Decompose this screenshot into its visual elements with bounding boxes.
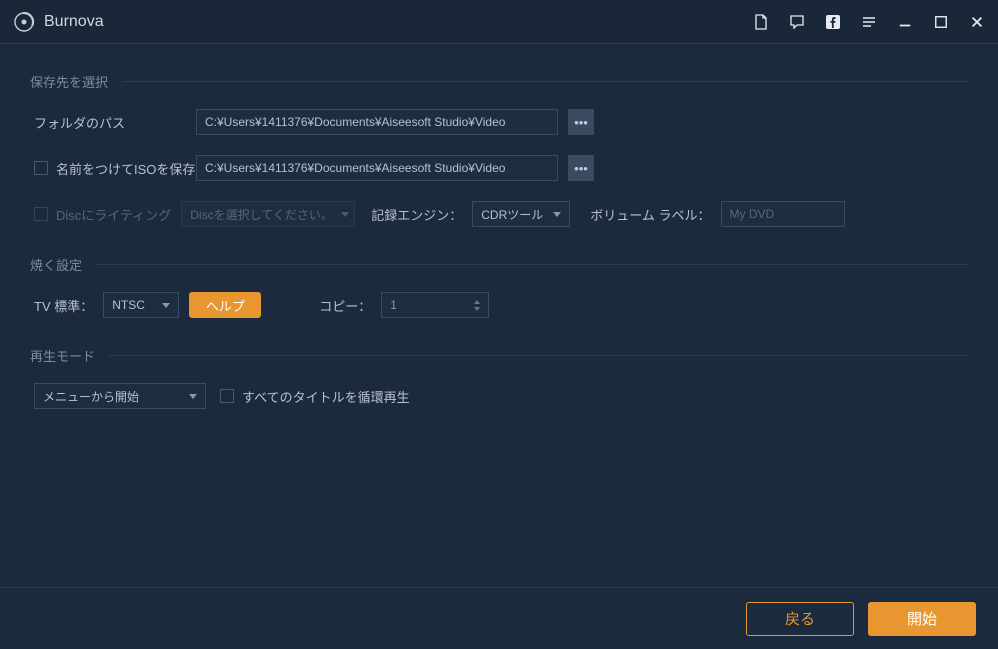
- back-button[interactable]: 戻る: [746, 602, 854, 636]
- section-burn-settings: 焼く設定 TV 標準： NTSC ヘルプ コピー： 1: [30, 255, 968, 318]
- help-button-label: ヘルプ: [206, 296, 245, 315]
- title-bar: Burnova: [0, 0, 998, 44]
- play-mode-dropdown[interactable]: メニューから開始: [34, 383, 206, 409]
- back-button-label: 戻る: [785, 608, 815, 629]
- disc-checkbox-label: Discにライティング: [56, 205, 171, 224]
- close-icon[interactable]: [968, 13, 986, 31]
- engine-value: CDRツール: [481, 206, 545, 223]
- disc-select-value: Discを選択してください。: [190, 206, 333, 223]
- spinner-up-icon[interactable]: [474, 300, 480, 304]
- main-content: 保存先を選択 フォルダのパス C:¥Users¥1411376¥Document…: [0, 44, 998, 409]
- app-title: Burnova: [44, 13, 104, 31]
- section-play-mode: 再生モード メニューから開始 すべてのタイトルを循環再生: [30, 346, 968, 409]
- play-mode-value: メニューから開始: [43, 388, 181, 405]
- iso-checkbox[interactable]: [34, 161, 48, 175]
- copy-count-value: 1: [390, 298, 474, 312]
- iso-path-input[interactable]: C:¥Users¥1411376¥Documents¥Aiseesoft Stu…: [196, 155, 558, 181]
- disc-checkbox-wrap[interactable]: Discにライティング: [34, 205, 171, 224]
- tv-standard-value: NTSC: [112, 298, 154, 312]
- tv-standard-dropdown[interactable]: NTSC: [103, 292, 179, 318]
- folder-path-label: フォルダのパス: [34, 113, 186, 132]
- volume-label-input[interactable]: My DVD: [721, 201, 845, 227]
- section-title-play: 再生モード: [30, 346, 968, 365]
- iso-path-value: C:¥Users¥1411376¥Documents¥Aiseesoft Stu…: [205, 161, 505, 175]
- browse-folder-button[interactable]: •••: [568, 109, 594, 135]
- titlebar-controls: [752, 13, 986, 31]
- folder-path-value: C:¥Users¥1411376¥Documents¥Aiseesoft Stu…: [205, 115, 505, 129]
- copy-label: コピー：: [319, 296, 371, 315]
- chevron-down-icon: [189, 394, 197, 399]
- row-iso-save: 名前をつけてISOを保存 C:¥Users¥1411376¥Documents¥…: [30, 155, 968, 181]
- row-play-mode: メニューから開始 すべてのタイトルを循環再生: [30, 383, 968, 409]
- chevron-down-icon: [341, 212, 349, 217]
- row-disc-write: Discにライティング Discを選択してください。 記録エンジン： CDRツー…: [30, 201, 968, 227]
- ellipsis-icon: •••: [574, 161, 588, 176]
- tv-standard-label: TV 標準：: [34, 296, 93, 315]
- ellipsis-icon: •••: [574, 115, 588, 130]
- loop-checkbox-wrap[interactable]: すべてのタイトルを循環再生: [220, 387, 410, 406]
- loop-all-label: すべてのタイトルを循環再生: [242, 387, 410, 406]
- section-title-text: 焼く設定: [30, 255, 82, 274]
- engine-dropdown[interactable]: CDRツール: [472, 201, 570, 227]
- section-title-save: 保存先を選択: [30, 72, 968, 91]
- volume-label: ボリューム ラベル：: [590, 205, 710, 224]
- burnova-logo-icon: [12, 10, 36, 34]
- section-title-text: 再生モード: [30, 346, 95, 365]
- start-button[interactable]: 開始: [868, 602, 976, 636]
- facebook-icon[interactable]: [824, 13, 842, 31]
- copy-count-spinner[interactable]: 1: [381, 292, 489, 318]
- iso-checkbox-wrap[interactable]: 名前をつけてISOを保存: [34, 159, 186, 178]
- iso-checkbox-label: 名前をつけてISOを保存: [56, 159, 195, 178]
- engine-label: 記録エンジン：: [371, 205, 462, 224]
- spinner-down-icon[interactable]: [474, 307, 480, 311]
- section-title-burn: 焼く設定: [30, 255, 968, 274]
- chevron-down-icon: [162, 303, 170, 308]
- speech-bubble-icon[interactable]: [788, 13, 806, 31]
- loop-all-checkbox[interactable]: [220, 389, 234, 403]
- file-icon[interactable]: [752, 13, 770, 31]
- section-title-text: 保存先を選択: [30, 72, 108, 91]
- minimize-icon[interactable]: [896, 13, 914, 31]
- folder-path-input[interactable]: C:¥Users¥1411376¥Documents¥Aiseesoft Stu…: [196, 109, 558, 135]
- start-button-label: 開始: [907, 608, 937, 629]
- help-button[interactable]: ヘルプ: [189, 292, 261, 318]
- row-tv-standard: TV 標準： NTSC ヘルプ コピー： 1: [30, 292, 968, 318]
- disc-select-dropdown: Discを選択してください。: [181, 201, 355, 227]
- row-folder-path: フォルダのパス C:¥Users¥1411376¥Documents¥Aisee…: [30, 109, 968, 135]
- maximize-icon[interactable]: [932, 13, 950, 31]
- disc-checkbox[interactable]: [34, 207, 48, 221]
- app-logo: Burnova: [12, 10, 104, 34]
- footer-bar: 戻る 開始: [0, 587, 998, 649]
- section-save-destination: 保存先を選択 フォルダのパス C:¥Users¥1411376¥Document…: [30, 72, 968, 227]
- browse-iso-button[interactable]: •••: [568, 155, 594, 181]
- volume-placeholder: My DVD: [730, 207, 775, 221]
- chevron-down-icon: [553, 212, 561, 217]
- menu-icon[interactable]: [860, 13, 878, 31]
